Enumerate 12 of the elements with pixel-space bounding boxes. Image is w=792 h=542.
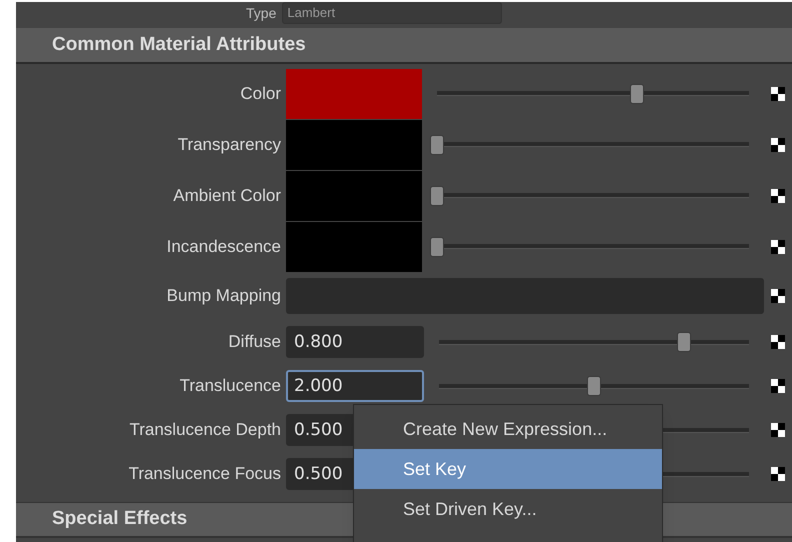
attribute-label: Incandescence [166,236,282,258]
attribute-label: Translucence Focus [128,463,282,486]
attribute-label: Diffuse [227,331,282,354]
attribute-label: Transparency [176,134,282,156]
attribute-label: Translucence Depth [128,419,282,442]
section-title: Special Effects [51,507,188,532]
section-title: Common Material Attributes [51,32,306,57]
attribute-label: Ambient Color [172,184,282,207]
attribute-label: Translucence [178,375,282,398]
attribute-label: Color [239,82,282,105]
type-label: Type [246,5,276,21]
attribute-label: Bump Mapping [166,285,282,308]
